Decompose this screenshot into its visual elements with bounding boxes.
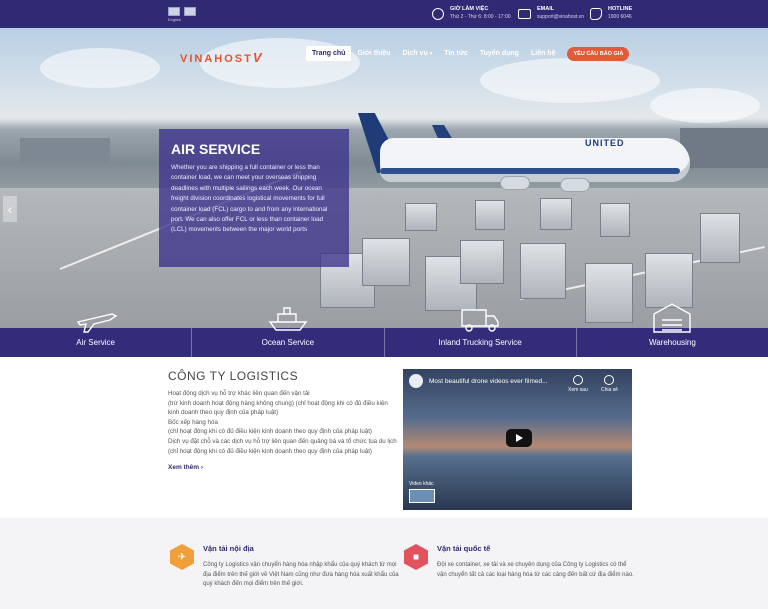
ship-icon [268, 307, 308, 331]
site-logo[interactable]: VINAHOSTV [180, 50, 264, 65]
cargo-container [520, 243, 566, 299]
top-bar: English GIỜ LÀM VIỆC Thứ 2 - Thứ 6: 8:00… [0, 0, 768, 28]
clock-icon [432, 8, 444, 20]
video-title[interactable]: Most beautiful drone videos ever filmed.… [429, 378, 548, 385]
flag-icon[interactable] [184, 7, 196, 16]
service-trucking[interactable]: Inland Trucking Service [385, 309, 577, 357]
feature-title[interactable]: Vận tải quốc tế [437, 544, 634, 553]
service-air[interactable]: Air Service [0, 313, 193, 357]
feature-text: Công ty Logistics vận chuyển hàng hóa nh… [203, 562, 399, 588]
cargo-container [585, 263, 633, 323]
service-label: Ocean Service [261, 338, 315, 347]
cargo-container [540, 198, 572, 230]
hotline-value[interactable]: 1900 6046 [608, 14, 632, 20]
cloud [480, 58, 660, 103]
nav-item-home[interactable]: Trang chủ [306, 46, 352, 61]
feature-international: ■ Vận tải quốc tế Đội xe container, xe t… [404, 544, 634, 580]
clock-icon [572, 375, 583, 385]
service-warehousing[interactable]: Warehousing [577, 303, 768, 357]
warehouse-icon [653, 303, 692, 333]
cargo-container [475, 200, 505, 230]
feature-domestic: ✈ Vận tải nội địa Công ty Logistics vận … [170, 544, 400, 590]
plane-brand: UNITED [585, 138, 625, 148]
company-text-line: Bốc xếp hàng hóa [168, 418, 218, 426]
plane-stripe [380, 168, 680, 174]
email-title: EMAIL [537, 6, 555, 12]
channel-avatar[interactable] [409, 374, 423, 388]
airplane [380, 138, 690, 182]
plane-engine [500, 176, 530, 190]
airplane-icon [76, 313, 118, 333]
hero-title: AIR SERVICE [171, 141, 261, 157]
hero-caption: AIR SERVICE Whether you are shipping a f… [159, 129, 349, 267]
more-video-thumbnail[interactable] [409, 489, 435, 503]
cargo-container [600, 203, 630, 237]
cloud [40, 48, 160, 88]
nav-item-careers[interactable]: Tuyển dụng [474, 46, 525, 61]
hero-slider: UNITED ‹ [0, 28, 768, 328]
service-label: Air Service [76, 338, 115, 347]
nav-item-about[interactable]: Giới thiệu [351, 46, 396, 61]
plane-engine [560, 178, 590, 192]
chevron-down-icon: ▾ [429, 51, 433, 57]
email-value[interactable]: support@vinahost.vn [537, 14, 584, 20]
service-strip: Air Service Ocean Service Inland Truckin… [0, 303, 768, 357]
service-label: Warehousing [648, 338, 696, 347]
truck-icon: ■ [404, 544, 428, 570]
cargo-container [700, 213, 740, 263]
hero-text: Whether you are shipping a full containe… [171, 164, 328, 234]
hours-title: GIỜ LÀM VIỆC [450, 6, 489, 12]
company-text-line: (chỉ hoạt động khi có đủ điều kiện kinh … [168, 428, 372, 436]
share-icon [604, 375, 615, 385]
video-player[interactable]: Most beautiful drone videos ever filmed.… [403, 369, 632, 510]
terminal-building [680, 128, 768, 168]
hotline-info: HOTLINE 1900 6046 [590, 6, 632, 20]
feature-title[interactable]: Vận tải nội địa [203, 544, 400, 553]
play-button[interactable] [506, 429, 532, 447]
share-button[interactable]: Chia sẻ [601, 375, 618, 393]
nav-item-services[interactable]: Dịch vụ ▾ [396, 46, 438, 61]
company-section: CÔNG TY LOGISTICS Hoạt động dịch vụ hỗ t… [168, 369, 398, 474]
company-title: CÔNG TY LOGISTICS [168, 369, 299, 383]
language-flags[interactable] [168, 7, 196, 16]
company-text-line: (chỉ hoạt động khi có đủ điều kiện kinh … [168, 447, 372, 455]
company-text-line: (trừ kinh doanh hoạt động hàng không chu… [168, 399, 388, 417]
logo-text: VINAHOST [180, 53, 253, 65]
hours-value: Thứ 2 - Thứ 6: 8:00 - 17:00 [450, 14, 511, 20]
cargo-container [405, 203, 437, 231]
watch-later-label: Xem sau [568, 387, 588, 393]
language-label[interactable]: English [168, 17, 181, 22]
hotline-title: HOTLINE [608, 6, 633, 12]
service-ocean[interactable]: Ocean Service [192, 307, 385, 357]
logo-mark: V [252, 50, 264, 65]
email-info: EMAIL support@vinahost.vn [518, 6, 584, 20]
nav-item-contact[interactable]: Liên hệ [525, 46, 562, 61]
request-quote-button[interactable]: YÊU CẦU BÁO GIÁ [567, 46, 630, 61]
read-more-link[interactable]: Xem thêm › [168, 464, 203, 471]
cloud [650, 88, 760, 123]
watch-later-button[interactable]: Xem sau [568, 375, 588, 393]
nav-services-label: Dịch vụ [402, 50, 428, 57]
working-hours: GIỜ LÀM VIỆC Thứ 2 - Thứ 6: 8:00 - 17:00 [432, 6, 511, 20]
main-nav: Trang chủ Giới thiệu Dịch vụ ▾ Tin tức T… [306, 46, 630, 61]
cargo-container [362, 238, 410, 286]
cargo-container [460, 240, 504, 284]
share-label: Chia sẻ [601, 387, 618, 393]
truck-icon [461, 309, 499, 332]
feature-text: Đội xe container, xe tải và xe chuyên dụ… [437, 562, 634, 578]
phone-icon [590, 8, 602, 20]
company-text-line: Hoạt động dịch vụ hỗ trợ khác liên quan … [168, 390, 310, 397]
nav-item-news[interactable]: Tin tức [438, 46, 474, 61]
terminal-building [20, 138, 110, 163]
slider-prev-button[interactable]: ‹ [3, 196, 17, 222]
company-text-line: Dịch vụ đặt chỗ và các dịch vụ hỗ trợ li… [168, 438, 397, 446]
mail-icon [518, 9, 531, 19]
more-videos-label: Video khác [409, 481, 434, 487]
service-label: Inland Trucking Service [438, 338, 522, 347]
airplane-icon: ✈ [170, 544, 194, 570]
features-section: ✈ Vận tải nội địa Công ty Logistics vận … [0, 518, 768, 609]
flag-icon[interactable] [168, 7, 180, 16]
